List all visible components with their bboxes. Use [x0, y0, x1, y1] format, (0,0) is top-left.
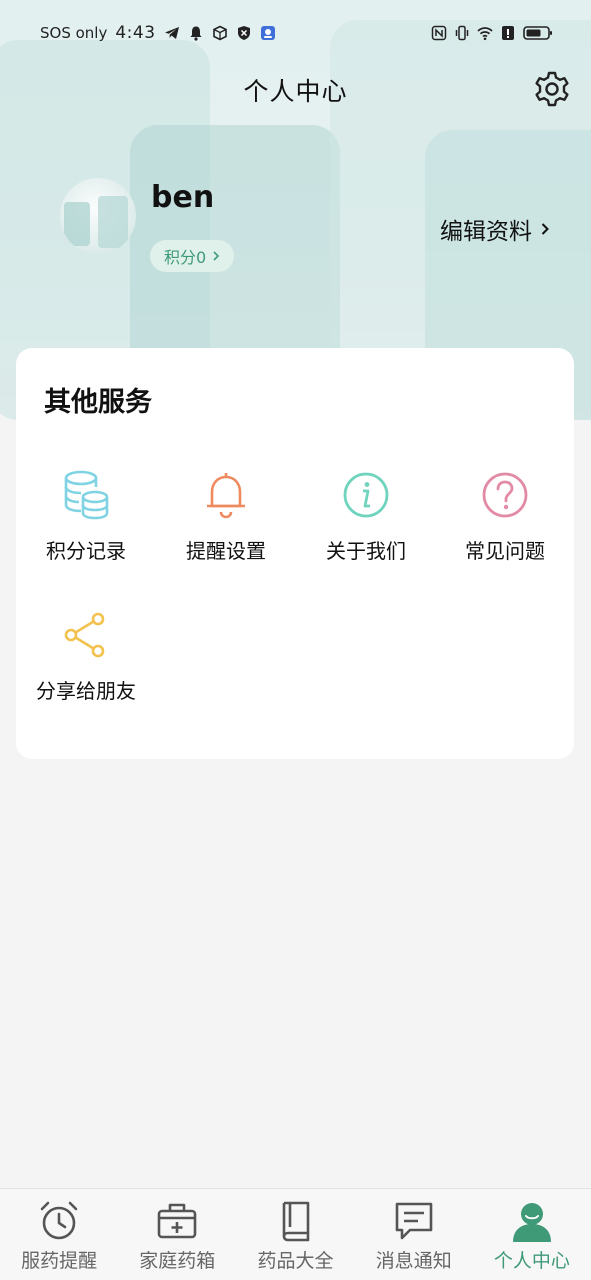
chevron-right-icon [213, 251, 220, 261]
status-bar: SOS only 4:43 [0, 0, 591, 66]
database-coins-icon [64, 470, 109, 520]
tab-label: 消息通知 [375, 1250, 452, 1272]
box-icon [212, 25, 227, 41]
message-icon [395, 1202, 433, 1240]
share-icon [64, 612, 105, 658]
clock: 4:43 [115, 23, 156, 43]
bell-icon [190, 26, 202, 41]
tab-medication-reminder[interactable]: 服药提醒 [0, 1189, 118, 1280]
gear-icon[interactable] [533, 70, 571, 108]
shield-icon [237, 26, 250, 40]
question-icon [482, 472, 528, 518]
service-points-record[interactable]: 积分记录 [26, 468, 146, 564]
chevron-right-icon [541, 223, 549, 235]
service-label: 关于我们 [326, 539, 406, 563]
app-icon [260, 26, 275, 40]
alert-icon [502, 26, 514, 40]
carrier-text: SOS only [40, 24, 108, 42]
telegram-icon [164, 27, 179, 39]
wifi-icon [477, 27, 493, 41]
tab-family-medicine-box[interactable]: 家庭药箱 [118, 1189, 236, 1280]
avatar[interactable] [60, 178, 136, 254]
vibrate-icon [455, 25, 469, 41]
username: ben [151, 180, 215, 215]
bell-icon [207, 473, 245, 519]
service-label: 积分记录 [46, 539, 126, 563]
service-share-friends[interactable]: 分享给朋友 [26, 608, 146, 704]
tab-profile[interactable]: 个人中心 [473, 1189, 591, 1280]
edit-profile-link[interactable]: 编辑资料 [440, 212, 550, 246]
info-icon [343, 472, 389, 518]
points-label: 积分0 [164, 248, 207, 267]
tab-message-notifications[interactable]: 消息通知 [355, 1189, 473, 1280]
status-left: SOS only 4:43 [40, 23, 276, 43]
page-title: 个人中心 [243, 77, 348, 106]
bottom-tab-bar: 服药提醒 家庭药箱 药品大全 消息通知 个人中心 [0, 1188, 591, 1280]
tab-drug-encyclopedia[interactable]: 药品大全 [236, 1189, 354, 1280]
points-badge[interactable]: 积分0 [150, 240, 235, 272]
service-label: 常见问题 [465, 539, 545, 563]
tab-label: 个人中心 [493, 1250, 570, 1272]
service-about-us[interactable]: 关于我们 [306, 468, 426, 564]
service-label: 分享给朋友 [36, 679, 136, 703]
tab-label: 家庭药箱 [139, 1250, 216, 1272]
user-icon [512, 1203, 551, 1242]
book-icon [282, 1201, 309, 1242]
medicine-box-icon [157, 1203, 197, 1239]
edit-profile-label: 编辑资料 [440, 219, 532, 245]
other-services-card: 其他服务 积分记录 提醒设置 关于我们 常见问题 分享给朋友 [16, 348, 574, 759]
tab-label: 服药提醒 [21, 1250, 98, 1272]
alarm-clock-icon [40, 1201, 78, 1240]
battery-icon [523, 26, 552, 40]
service-faq[interactable]: 常见问题 [445, 468, 565, 564]
service-reminder-settings[interactable]: 提醒设置 [166, 468, 286, 564]
status-right [431, 25, 553, 41]
tab-label: 药品大全 [257, 1250, 334, 1272]
section-title: 其他服务 [44, 387, 152, 418]
service-label: 提醒设置 [186, 539, 266, 563]
nfc-icon [431, 25, 447, 41]
